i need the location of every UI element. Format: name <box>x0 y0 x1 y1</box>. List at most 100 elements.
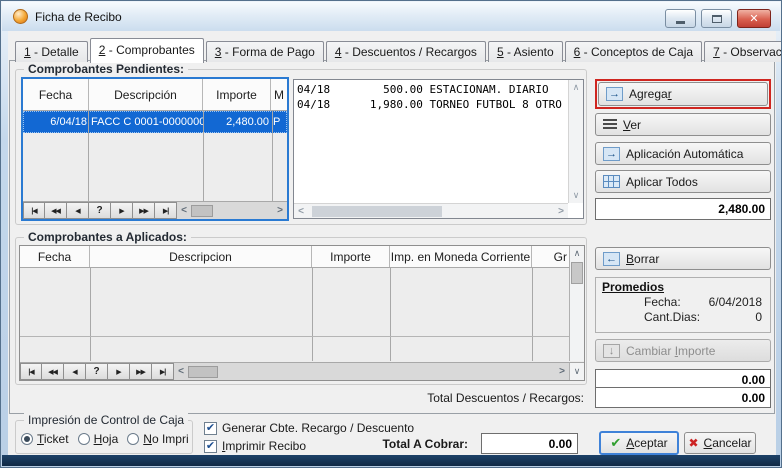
memo-vscrollbar[interactable]: ∧ ∨ <box>568 80 583 203</box>
cell-fecha: 6/04/18 <box>24 116 89 128</box>
scroll-left-icon[interactable]: < <box>294 206 308 217</box>
pendientes-grid-hscrollbar[interactable]: < > <box>177 202 287 219</box>
aplicados-navigator: |◀ ◀◀ ◀ ? ▶ ▶▶ ▶| < > ∨ <box>20 362 584 380</box>
tab-strip: 1 - Detalle 2 - Comprobantes 3 - Forma d… <box>15 37 782 62</box>
nav-first-button[interactable]: |◀ <box>23 202 45 219</box>
checkbox-generar-cbte[interactable]: ✔ Generar Cbte. Recargo / Descuento <box>204 421 414 435</box>
grid-column-line <box>90 268 91 361</box>
borrar-button[interactable]: ← Borrar <box>595 247 771 270</box>
cancelar-label: Cancelar <box>704 436 752 450</box>
scroll-left-icon[interactable]: < <box>174 366 188 377</box>
cambiar-importe-button[interactable]: ↓ Cambiar Importe <box>595 339 771 362</box>
agregar-button[interactable]: → Agregar <box>598 82 768 106</box>
pendientes-total-input[interactable] <box>595 198 771 220</box>
aplicacion-automatica-button[interactable]: → Aplicación Automática <box>595 142 771 165</box>
grid-column-line <box>88 111 89 201</box>
nav-last-button[interactable]: ▶| <box>152 363 174 380</box>
radio-no-imprimir[interactable]: No Imprimir <box>127 432 189 446</box>
column-header-fecha: Fecha <box>20 246 90 267</box>
radio-no-imprimir-label: No Imprimir <box>143 432 189 446</box>
nav-prior-button[interactable]: ◀ <box>67 202 89 219</box>
scroll-right-icon[interactable]: > <box>273 205 287 216</box>
tab-forma-de-pago[interactable]: 3 - Forma de Pago <box>206 41 324 62</box>
checkbox-generar-cbte-label: Generar Cbte. Recargo / Descuento <box>222 421 414 435</box>
radio-ticket-label: Ticket <box>37 432 69 446</box>
promedios-panel: Promedios Fecha: 6/04/2018 Cant.Dias: 0 <box>595 277 771 333</box>
minimize-button[interactable] <box>665 9 696 28</box>
scroll-left-icon[interactable]: < <box>177 205 191 216</box>
close-button[interactable]: ✕ <box>737 9 771 28</box>
column-header-moneda: M <box>271 79 287 110</box>
nav-prior-page-button[interactable]: ◀◀ <box>45 202 67 219</box>
aplicar-todos-label: Aplicar Todos <box>626 175 698 189</box>
radio-ticket[interactable]: Ticket <box>21 432 69 446</box>
aplicados-grid-hscrollbar[interactable]: < > <box>174 363 569 380</box>
radio-selected-icon <box>21 433 33 445</box>
scroll-right-icon[interactable]: > <box>554 206 568 217</box>
tab-observacion[interactable]: 7 - Observación <box>704 41 782 62</box>
nav-next-page-button[interactable]: ▶▶ <box>133 202 155 219</box>
pendientes-selected-row[interactable]: 6/04/18 FACC C 0001-00000000 2,480.00 P <box>23 111 287 133</box>
aplicados-grid[interactable]: Fecha Descripcion Importe Imp. en Moneda… <box>19 245 585 381</box>
app-icon <box>13 9 28 24</box>
checkbox-imprimir-recibo[interactable]: ✔ Imprimir Recibo <box>204 439 306 453</box>
nav-next-button[interactable]: ▶ <box>111 202 133 219</box>
red-cross-icon: ✖ <box>688 436 698 450</box>
tab-descuentos-recargos[interactable]: 4 - Descuentos / Recargos <box>326 41 486 62</box>
pendientes-grid[interactable]: Fecha Descripción Importe M 6/04/18 FACC… <box>21 77 289 221</box>
group-label-pendientes: Comprobantes Pendientes: <box>24 62 188 76</box>
pendientes-detail-memo[interactable]: 04/18 500.00 ESTACIONAM. DIARIO 04/18 1,… <box>293 79 584 219</box>
column-header-importe: Importe <box>203 79 271 110</box>
grid-column-line <box>272 111 273 201</box>
radio-icon <box>78 433 90 445</box>
checkbox-checked-icon: ✔ <box>204 422 217 435</box>
scrollbar-thumb[interactable] <box>312 206 442 217</box>
scrollbar-thumb[interactable] <box>191 205 213 217</box>
nav-prior-page-button[interactable]: ◀◀ <box>42 363 64 380</box>
grid-column-line <box>532 268 533 361</box>
total-a-cobrar-input[interactable] <box>481 433 578 454</box>
total-descuentos-input[interactable] <box>595 387 771 408</box>
maximize-button[interactable] <box>701 9 732 28</box>
nav-first-button[interactable]: |◀ <box>20 363 42 380</box>
nav-prior-button[interactable]: ◀ <box>64 363 86 380</box>
title-bar[interactable]: Ficha de Recibo ✕ <box>2 2 780 31</box>
aplicados-grid-vscrollbar[interactable]: ∧ <box>569 246 584 361</box>
dialog-content: 1 - Detalle 2 - Comprobantes 3 - Forma d… <box>8 31 776 457</box>
nav-search-button[interactable]: ? <box>86 363 108 380</box>
column-header-imp-moneda-corriente: Imp. en Moneda Corriente <box>390 246 532 267</box>
scroll-right-icon[interactable]: > <box>555 366 569 377</box>
agregar-label: Agregar <box>629 87 672 101</box>
window-title: Ficha de Recibo <box>35 10 122 24</box>
tab-comprobantes[interactable]: 2 - Comprobantes <box>90 38 204 63</box>
dialog-window: Ficha de Recibo ✕ 1 - Detalle 2 - Compro… <box>0 0 782 468</box>
cancelar-button[interactable]: ✖ Cancelar <box>684 432 756 454</box>
radio-hoja[interactable]: Hoja <box>78 432 119 446</box>
scrollbar-thumb[interactable] <box>571 262 583 284</box>
scroll-up-icon[interactable]: ∧ <box>573 82 580 93</box>
down-arrow-icon: ↓ <box>603 344 620 358</box>
promedios-fecha-label: Fecha: <box>644 295 681 309</box>
nav-next-button[interactable]: ▶ <box>108 363 130 380</box>
grid-row-line <box>20 336 569 337</box>
scroll-down-icon[interactable]: ∨ <box>573 190 580 201</box>
nav-next-page-button[interactable]: ▶▶ <box>130 363 152 380</box>
checkbox-imprimir-recibo-label: Imprimir Recibo <box>222 439 306 453</box>
scroll-up-icon[interactable]: ∧ <box>570 246 584 261</box>
aceptar-button[interactable]: ✔ Aceptar <box>599 431 679 455</box>
nav-last-button[interactable]: ▶| <box>155 202 177 219</box>
promedios-title: Promedios <box>602 280 764 294</box>
group-label-aplicados: Comprobantes a Aplicados: <box>24 230 191 244</box>
ver-button[interactable]: Ver <box>595 113 771 136</box>
column-header-fecha: Fecha <box>23 79 89 110</box>
nav-search-button[interactable]: ? <box>89 202 111 219</box>
scrollbar-thumb[interactable] <box>188 366 218 378</box>
aplicar-todos-button[interactable]: Aplicar Todos <box>595 170 771 193</box>
tab-conceptos-de-caja[interactable]: 6 - Conceptos de Caja <box>565 41 702 62</box>
menu-lines-icon <box>603 119 617 130</box>
tab-asiento[interactable]: 5 - Asiento <box>488 41 563 62</box>
tab-detalle[interactable]: 1 - Detalle <box>15 41 88 62</box>
scroll-down-icon[interactable]: ∨ <box>569 363 584 380</box>
promedios-cant-dias-label: Cant.Dias: <box>644 310 700 324</box>
memo-hscrollbar[interactable]: < > <box>294 203 568 218</box>
